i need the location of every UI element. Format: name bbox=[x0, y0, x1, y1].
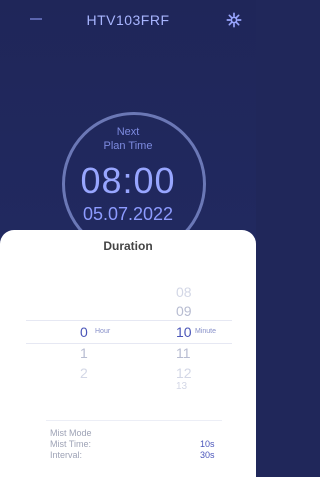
minute-unit-label: Minute bbox=[195, 328, 217, 335]
hour-unit-label: Hour bbox=[95, 328, 111, 335]
mist-mode-label: Mist Mode bbox=[50, 428, 92, 438]
device-title: HTV103FRF bbox=[86, 12, 170, 28]
mist-time-value: 10s bbox=[200, 439, 215, 449]
plan-time-value: 08:00 bbox=[80, 160, 176, 201]
divider bbox=[46, 420, 222, 421]
sheet-title: Duration bbox=[103, 239, 153, 253]
next-label: Next bbox=[116, 126, 140, 138]
hour-selected[interactable]: 0 bbox=[80, 324, 88, 340]
minute-option[interactable]: 09 bbox=[176, 303, 192, 319]
hour-option[interactable]: 1 bbox=[80, 345, 88, 361]
gear-icon[interactable] bbox=[226, 12, 242, 28]
interval-label: Interval: bbox=[50, 450, 83, 460]
hour-option[interactable]: 2 bbox=[80, 365, 88, 381]
mist-time-label: Mist Time: bbox=[50, 439, 92, 449]
mist-summary: Mist Mode Mist Time: 10s Interval: 30s bbox=[0, 422, 256, 477]
minute-option[interactable]: 13 bbox=[176, 381, 187, 392]
minute-option[interactable]: 12 bbox=[176, 365, 192, 381]
plan-time-label: Plan Time bbox=[103, 140, 153, 152]
minute-option[interactable]: 11 bbox=[176, 345, 191, 361]
minute-selected[interactable]: 10 bbox=[176, 324, 192, 340]
interval-value: 30s bbox=[200, 450, 215, 460]
minute-option[interactable]: 08 bbox=[176, 284, 192, 300]
top-bar: HTV103FRF bbox=[0, 0, 256, 42]
plan-date: 05.07.2022 bbox=[82, 204, 174, 224]
